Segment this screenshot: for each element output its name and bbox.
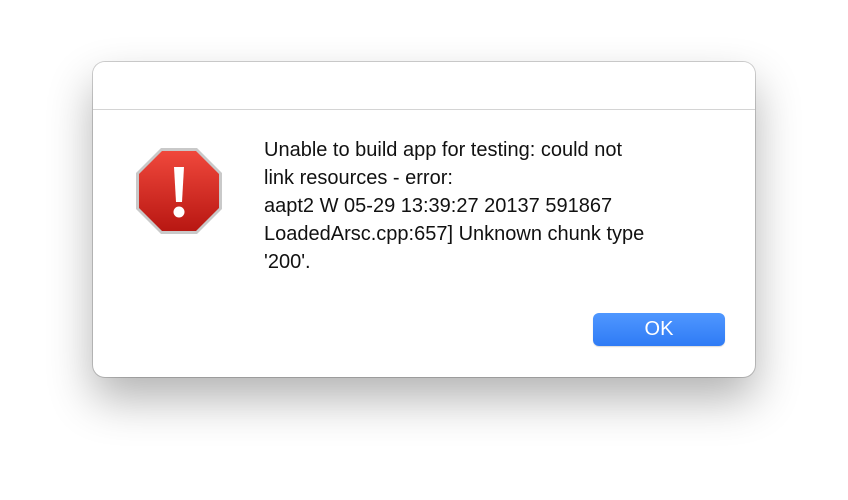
ok-button[interactable]: OK [593, 313, 725, 346]
alert-dialog: Unable to build app for testing: could n… [93, 62, 755, 377]
error-message: Unable to build app for testing: could n… [264, 139, 645, 273]
dialog-titlebar [93, 62, 755, 110]
alert-stop-icon [136, 148, 222, 234]
